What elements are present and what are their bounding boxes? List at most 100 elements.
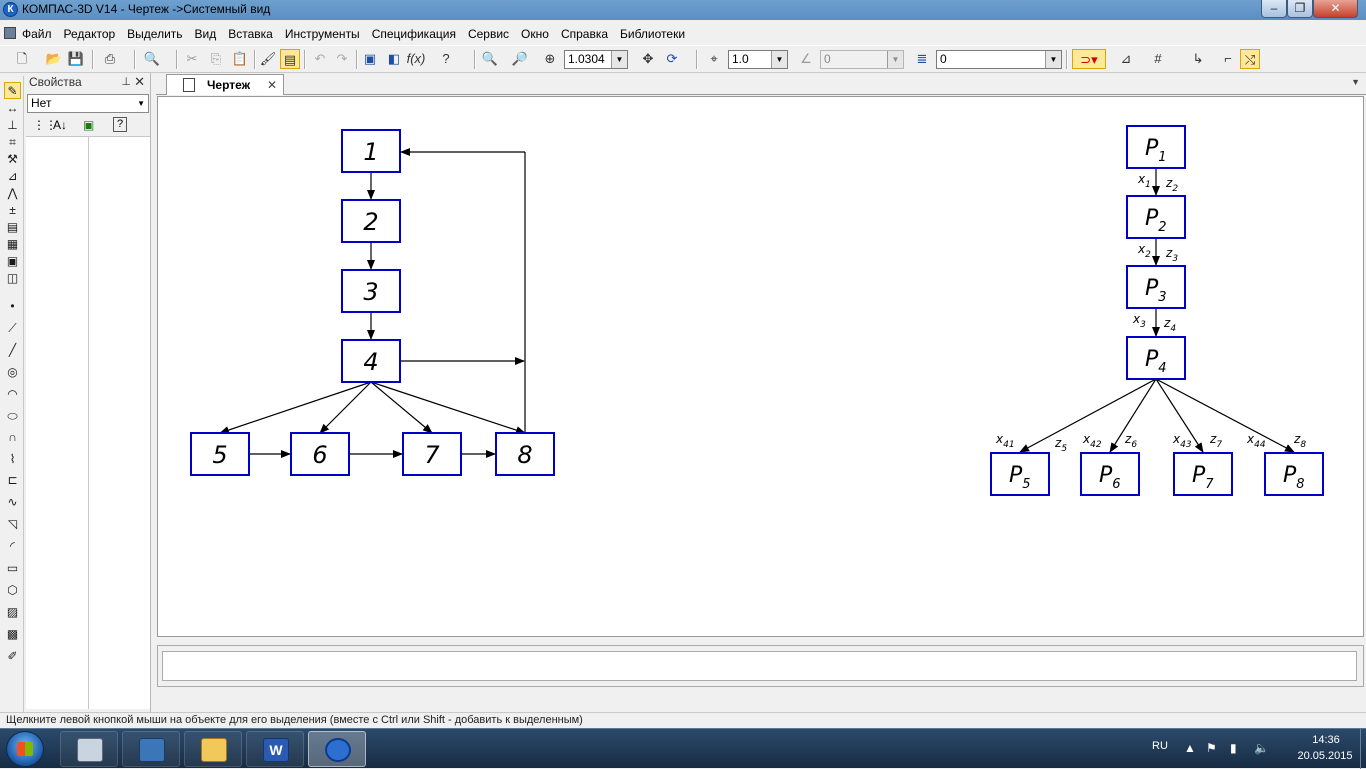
polyline-icon[interactable]: ⊏ — [4, 472, 21, 489]
zoom-window-icon[interactable]: 🔍 — [480, 49, 500, 69]
preview-icon[interactable]: 🔍 — [142, 49, 162, 69]
step-cursor-icon[interactable]: ⌖ — [704, 49, 724, 69]
paste-icon[interactable]: 📋 — [230, 49, 250, 69]
clock-date[interactable]: 20.05.2015 — [1292, 750, 1358, 762]
nurbs-icon[interactable]: ⌇ — [4, 451, 21, 468]
views-icon[interactable]: ◫ — [4, 270, 21, 287]
menu-file[interactable]: Файл — [16, 27, 58, 41]
menu-select[interactable]: Выделить — [121, 27, 188, 41]
layers-icon[interactable]: ≣ — [912, 49, 932, 69]
kompas-app-icon[interactable]: К — [3, 2, 18, 17]
reports-icon[interactable]: ▤ — [4, 219, 21, 236]
menu-libraries[interactable]: Библиотеки — [614, 27, 691, 41]
edit-icon[interactable]: ⌗ — [4, 134, 21, 151]
fillet-icon[interactable]: ◜ — [4, 538, 21, 555]
print-icon[interactable]: ⎙ — [100, 49, 120, 69]
menu-window[interactable]: Окно — [515, 27, 555, 41]
save-icon[interactable]: 💾 — [66, 49, 86, 69]
fill-icon[interactable]: ▩ — [4, 626, 21, 643]
undo-icon[interactable]: ↶ — [310, 49, 330, 69]
variables-icon[interactable]: ◧ — [384, 49, 404, 69]
zoom-fit-icon[interactable]: 🔎 — [510, 49, 530, 69]
network-icon[interactable]: ▮ — [1230, 741, 1237, 755]
point-icon[interactable]: • — [4, 298, 21, 315]
taskbar-calculator[interactable] — [60, 731, 118, 767]
close-icon[interactable]: ✕ — [134, 74, 145, 90]
new-document-icon[interactable]: 🗋 — [12, 49, 32, 69]
open-folder-icon[interactable]: 📂 — [44, 49, 64, 69]
menu-service[interactable]: Сервис — [462, 27, 515, 41]
maximize-button[interactable]: ❐ — [1287, 0, 1313, 18]
close-tab-icon[interactable]: ✕ — [267, 75, 277, 95]
insert-icon[interactable]: ▦ — [4, 236, 21, 253]
menu-editor[interactable]: Редактор — [58, 27, 122, 41]
chevron-down-icon[interactable]: ▼ — [771, 51, 787, 68]
close-button[interactable]: ✕ — [1313, 0, 1358, 18]
zoom-combo[interactable]: 1.0304 ▼ — [564, 50, 628, 69]
apply-icon[interactable]: ▣ — [83, 118, 94, 132]
parametric-mode-icon[interactable]: ⤭ — [1240, 49, 1260, 69]
format-brush-icon[interactable]: 🖌 — [258, 49, 278, 69]
grid-icon[interactable]: # — [1148, 49, 1168, 69]
cut-icon[interactable]: ✂ — [182, 49, 202, 69]
manager-icon[interactable]: ▣ — [360, 49, 380, 69]
taskbar-word[interactable]: W — [246, 731, 304, 767]
chevron-down-icon[interactable]: ▼ — [1045, 51, 1061, 68]
start-button[interactable] — [6, 731, 44, 767]
function-icon[interactable]: f(x) — [406, 49, 426, 69]
segment-icon[interactable]: ╱ — [4, 342, 21, 359]
zoom-in-icon[interactable]: ⊕ — [540, 49, 560, 69]
chevron-down-icon[interactable]: ▼ — [137, 95, 145, 112]
fragments-icon[interactable]: ▣ — [4, 253, 21, 270]
help-icon[interactable]: ? — [113, 117, 127, 132]
spec-icon[interactable]: ± — [4, 202, 21, 219]
clock-time[interactable]: 14:36 — [1296, 734, 1356, 746]
round-icon[interactable]: ⌐ — [1218, 49, 1238, 69]
language-indicator[interactable]: RU — [1152, 740, 1168, 752]
menu-tools[interactable]: Инструменты — [279, 27, 366, 41]
angle-combo[interactable]: 0 ▼ — [820, 50, 904, 69]
geometry-icon[interactable]: ✎ — [4, 82, 21, 99]
menu-insert[interactable]: Вставка — [222, 27, 279, 41]
measure-icon[interactable]: ⊿ — [4, 168, 21, 185]
system-menu-icon[interactable] — [4, 27, 16, 39]
dimensions-icon[interactable]: ↔ — [4, 100, 21, 117]
spline-icon[interactable]: ∩ — [4, 429, 21, 446]
drawing-canvas[interactable]: 12345678 P1 P2 P3 P4 P5 P6 P7 P8 x1 z2 x2 z3 x3 z4 x4… — [157, 96, 1364, 637]
angle-icon[interactable]: ∠ — [796, 49, 816, 69]
pan-icon[interactable]: ✥ — [638, 49, 658, 69]
menu-view[interactable]: Вид — [189, 27, 223, 41]
show-hidden-icons-icon[interactable]: ▲ — [1184, 741, 1196, 755]
polygon-icon[interactable]: ⬡ — [4, 582, 21, 599]
tab-drawing[interactable]: Чертеж ✕ — [166, 74, 284, 95]
redo-icon[interactable]: ↷ — [332, 49, 352, 69]
show-desktop-button[interactable] — [1360, 729, 1366, 769]
taskbar-remote-desktop[interactable] — [122, 731, 180, 767]
menu-specification[interactable]: Спецификация — [366, 27, 462, 41]
aux-line-icon[interactable]: ⟋ — [4, 320, 21, 337]
ellipse-icon[interactable]: ⬭ — [4, 408, 21, 425]
chamfer-icon[interactable]: ◹ — [4, 516, 21, 533]
step-combo[interactable]: 1.0 ▼ — [728, 50, 788, 69]
curve-icon[interactable]: ∿ — [4, 494, 21, 511]
tabs-menu-icon[interactable]: ▼ — [1351, 77, 1360, 87]
taskbar-file-explorer[interactable] — [184, 731, 242, 767]
menu-help[interactable]: Справка — [555, 27, 614, 41]
command-input[interactable] — [162, 651, 1357, 681]
chevron-down-icon[interactable]: ▼ — [887, 51, 903, 68]
refresh-icon[interactable]: ⟳ — [662, 49, 682, 69]
snap-magnet-icon[interactable]: ⊃▾ — [1072, 49, 1106, 69]
arc-icon[interactable]: ◠ — [4, 386, 21, 403]
circle-icon[interactable]: ◎ — [4, 364, 21, 381]
chevron-down-icon[interactable]: ▼ — [611, 51, 627, 68]
contour-icon[interactable]: ✐ — [4, 648, 21, 665]
sort-alpha-icon[interactable]: A↓ — [53, 118, 67, 132]
parametrize-icon[interactable]: ⚒ — [4, 151, 21, 168]
local-cs-icon[interactable]: ↳ — [1188, 49, 1208, 69]
help-pointer-icon[interactable]: ? — [436, 49, 456, 69]
properties-list[interactable] — [26, 136, 150, 709]
pin-icon[interactable]: ⊥ — [121, 75, 131, 88]
select-icon[interactable]: ⋀ — [4, 185, 21, 202]
object-select[interactable]: Нет ▼ — [27, 94, 149, 113]
taskbar-kompas[interactable] — [308, 731, 366, 767]
